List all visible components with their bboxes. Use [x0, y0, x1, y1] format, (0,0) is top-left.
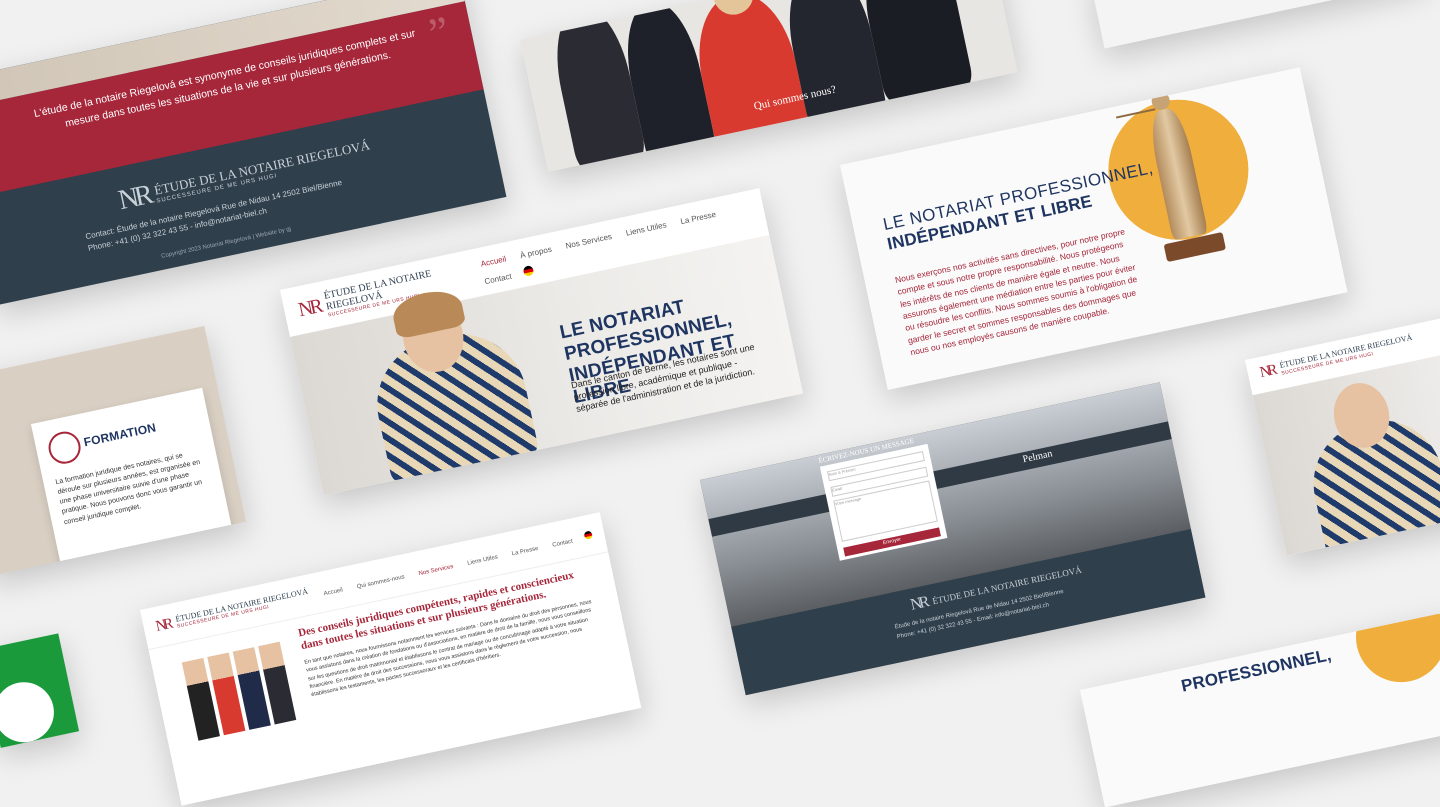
hero-card: NR ÉTUDE DE LA NOTAIRE RIEGELOVÁ SUCCESS…	[280, 188, 803, 496]
green-card	[0, 633, 80, 748]
svc-nav-services[interactable]: Nos Services	[418, 564, 454, 577]
formation-card: FORMATION La formation juridique des not…	[0, 325, 246, 576]
services-card: NR ÉTUDE DE LA NOTAIRE RIEGELOVÁ SUCCESS…	[140, 512, 642, 806]
formation-icon	[45, 428, 84, 467]
bottom-right-orange-circle	[1347, 610, 1440, 691]
nav-presse[interactable]: La Presse	[680, 210, 717, 226]
top-right-card	[1090, 0, 1428, 49]
services-logo[interactable]: NR ÉTUDE DE LA NOTAIRE RIEGELOVÁ SUCCESS…	[154, 586, 310, 635]
nav-a-propos[interactable]: À propos	[519, 245, 552, 260]
nav-services[interactable]: Nos Services	[565, 232, 613, 251]
nav-contact[interactable]: Contact	[484, 272, 513, 287]
open-quote-icon: “	[0, 106, 7, 159]
services-monogram: NR	[154, 615, 172, 635]
contact-monogram: NR	[908, 593, 929, 614]
bottom-right-card: PROFESSIONNEL,	[1080, 610, 1440, 807]
justice-card: LE NOTARIAT PROFESSIONNEL, INDÉPENDANT E…	[840, 67, 1348, 390]
services-german-flag-icon[interactable]	[583, 530, 593, 540]
services-team-photos	[181, 641, 297, 741]
partial-title: PROFESSIONNEL,	[1179, 645, 1334, 696]
svc-nav-contact[interactable]: Contact	[552, 539, 573, 549]
nav-accueil[interactable]: Accueil	[480, 254, 507, 268]
contact-card: Pelman ÉCRIVEZ-NOUS UN MESSAGE Nom & Pré…	[700, 382, 1206, 696]
formation-title: FORMATION	[82, 420, 158, 450]
svc-nav-liens[interactable]: Liens Utiles	[467, 555, 499, 567]
right-monogram: NR	[1258, 362, 1277, 381]
right-hero-card: NR ÉTUDE DE LA NOTAIRE RIEGELOVÁ SUCCESS…	[1245, 314, 1440, 556]
svc-nav-qui[interactable]: Qui sommes-nous	[356, 574, 405, 590]
german-flag-icon[interactable]	[522, 264, 535, 277]
hero-monogram: NR	[296, 294, 323, 321]
formation-body: La formation juridique des notaires, qui…	[54, 452, 203, 526]
svc-nav-presse[interactable]: La Presse	[511, 546, 539, 557]
formation-panel: FORMATION La formation juridique des not…	[30, 387, 234, 571]
footer-monogram: NR	[115, 179, 153, 217]
nav-liens[interactable]: Liens Utiles	[625, 220, 667, 237]
svc-nav-accueil[interactable]: Accueil	[323, 587, 343, 597]
green-card-circle	[0, 676, 60, 748]
